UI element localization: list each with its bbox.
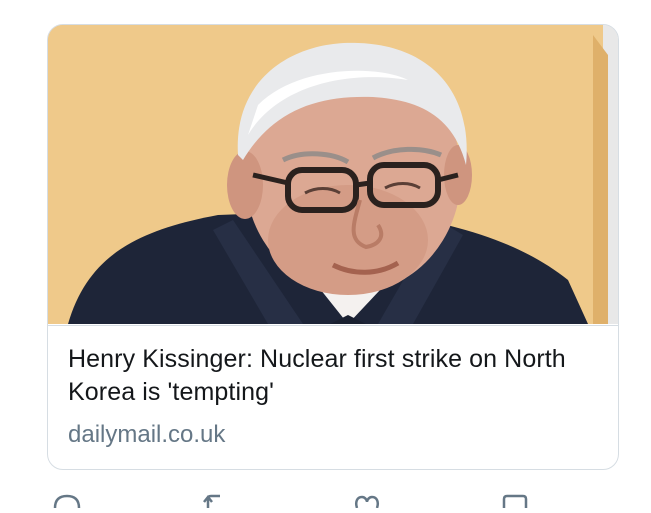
portrait-illustration [48,25,618,324]
reply-icon[interactable] [52,494,82,509]
tweet-action-bar [0,488,651,509]
share-icon[interactable] [500,494,530,508]
article-photo[interactable] [48,25,618,324]
like-icon[interactable] [352,494,382,509]
article-headline[interactable]: Henry Kissinger: Nuclear first strike on… [68,343,600,409]
retweet-icon[interactable] [200,494,230,508]
article-domain: dailymail.co.uk [68,421,226,448]
card-text-area[interactable]: Henry Kissinger: Nuclear first strike on… [48,325,618,469]
link-preview-card[interactable]: Henry Kissinger: Nuclear first strike on… [47,24,619,470]
